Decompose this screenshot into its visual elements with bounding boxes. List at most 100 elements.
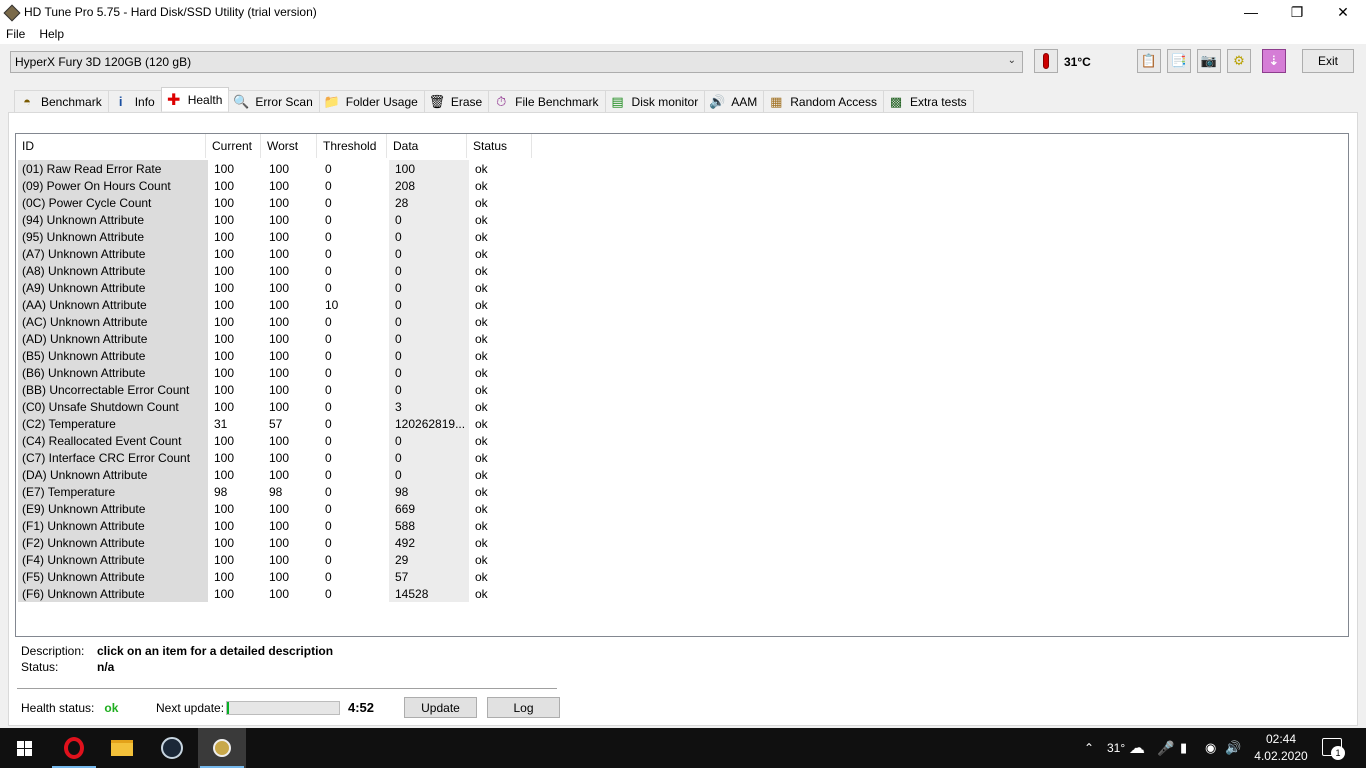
table-row[interactable]: (C4) Reallocated Event Count 100 100 0 0 ok — [16, 432, 534, 449]
screenshot-button[interactable]: 📷 — [1197, 49, 1221, 73]
table-row[interactable]: (A7) Unknown Attribute 100 100 0 0 ok — [16, 245, 534, 262]
drive-dropdown[interactable]: HyperX Fury 3D 120GB (120 gB) ⌄ — [10, 51, 1023, 73]
table-row[interactable]: (F5) Unknown Attribute 100 100 0 57 ok — [16, 568, 534, 585]
status-value: n/a — [97, 660, 115, 674]
minimize-button[interactable]: — — [1228, 0, 1274, 24]
table-row[interactable]: (F1) Unknown Attribute 100 100 0 588 ok — [16, 517, 534, 534]
tab-file-benchmark[interactable]: ⏱ File Benchmark — [488, 90, 606, 112]
temperature-button[interactable] — [1034, 49, 1058, 73]
data-value: 208 — [389, 177, 469, 194]
table-row[interactable]: (F4) Unknown Attribute 100 100 0 29 ok — [16, 551, 534, 568]
update-button[interactable]: Update — [404, 697, 477, 718]
battery-icon[interactable]: ▮ — [1180, 728, 1187, 768]
show-hidden-icons[interactable]: ⌃ — [1084, 728, 1094, 768]
save-button[interactable]: ⇣ — [1262, 49, 1286, 73]
close-button[interactable]: ✕ — [1320, 0, 1366, 24]
worst-value: 100 — [269, 195, 290, 210]
table-row[interactable]: (94) Unknown Attribute 100 100 0 0 ok — [16, 211, 534, 228]
cloud-icon[interactable]: ☁ — [1129, 728, 1145, 768]
taskbar-hdtune[interactable] — [198, 728, 246, 768]
table-row[interactable]: (AA) Unknown Attribute 100 100 10 0 ok — [16, 296, 534, 313]
status-value: ok — [475, 314, 488, 329]
table-row[interactable]: (95) Unknown Attribute 100 100 0 0 ok — [16, 228, 534, 245]
file-explorer-icon — [111, 740, 133, 756]
table-row[interactable]: (C2) Temperature 31 57 0 120262819... ok — [16, 415, 534, 432]
tab-disk-monitor[interactable]: ▤ Disk monitor — [604, 90, 706, 112]
wifi-icon[interactable]: ◉ — [1205, 728, 1216, 768]
tab-random-access[interactable]: ▦ Random Access — [763, 90, 884, 112]
tab-folder-usage[interactable]: 📁 Folder Usage — [318, 90, 425, 112]
table-row[interactable]: (BB) Uncorrectable Error Count 100 100 0 0 ok — [16, 381, 534, 398]
hdtune-icon — [213, 739, 231, 757]
worst-value: 100 — [269, 552, 290, 567]
tab-error-scan[interactable]: 🔍 Error Scan — [228, 90, 320, 112]
column-header-id[interactable]: ID — [16, 134, 206, 158]
taskbar-clock[interactable]: 02:44 4.02.2020 — [1252, 731, 1310, 765]
menu-help[interactable]: Help — [39, 27, 64, 41]
menu-file[interactable]: File — [6, 27, 25, 41]
table-row[interactable]: (A9) Unknown Attribute 100 100 0 0 ok — [16, 279, 534, 296]
volume-icon[interactable]: 🔊 — [1225, 728, 1241, 768]
file-benchmark-icon: ⏱ — [496, 93, 507, 109]
tab-erase[interactable]: 🗑 Erase — [423, 90, 490, 112]
table-row[interactable]: (C0) Unsafe Shutdown Count 100 100 0 3 ok — [16, 398, 534, 415]
column-header-status[interactable]: Status — [467, 134, 532, 158]
table-row[interactable]: (A8) Unknown Attribute 100 100 0 0 ok — [16, 262, 534, 279]
status-value: ok — [475, 433, 488, 448]
microphone-icon[interactable]: 🎤 — [1157, 728, 1174, 768]
copy-all-button[interactable]: 📑 — [1167, 49, 1191, 73]
table-row[interactable]: (E9) Unknown Attribute 100 100 0 669 ok — [16, 500, 534, 517]
tab-info[interactable]: i Info — [107, 90, 162, 112]
worst-value: 100 — [269, 518, 290, 533]
table-row[interactable]: (0C) Power Cycle Count 100 100 0 28 ok — [16, 194, 534, 211]
copy-text-button[interactable]: 📋 — [1137, 49, 1161, 73]
attribute-id: (BB) Uncorrectable Error Count — [18, 381, 208, 398]
table-row[interactable]: (F2) Unknown Attribute 100 100 0 492 ok — [16, 534, 534, 551]
current-value: 100 — [214, 467, 235, 482]
column-header-worst[interactable]: Worst — [261, 134, 317, 158]
threshold-value: 0 — [325, 348, 332, 363]
chevron-down-icon: ⌄ — [1007, 55, 1016, 66]
tab-strip: ◓ Benchmark i Info ✚ Health 🔍 Error Scan 📁 Fo… — [14, 87, 974, 112]
table-row[interactable]: (B6) Unknown Attribute 100 100 0 0 ok — [16, 364, 534, 381]
exit-button[interactable]: Exit — [1302, 49, 1354, 73]
data-value: 3 — [389, 398, 469, 415]
taskbar-file-explorer[interactable] — [98, 728, 146, 768]
taskbar-opera[interactable] — [50, 728, 98, 768]
options-button[interactable]: ⚙ — [1227, 49, 1251, 73]
table-row[interactable]: (F6) Unknown Attribute 100 100 0 14528 ok — [16, 585, 534, 602]
start-button[interactable] — [0, 728, 48, 768]
table-row[interactable]: (C7) Interface CRC Error Count 100 100 0 0 ok — [16, 449, 534, 466]
tab-label: Disk monitor — [631, 94, 699, 109]
copy-all-icon: 📑 — [1170, 53, 1188, 68]
table-row[interactable]: (01) Raw Read Error Rate 100 100 0 100 ok — [16, 160, 534, 177]
threshold-value: 10 — [325, 297, 339, 312]
current-value: 100 — [214, 314, 235, 329]
table-row[interactable]: (09) Power On Hours Count 100 100 0 208 ok — [16, 177, 534, 194]
data-value: 14528 — [389, 585, 469, 602]
column-header-current[interactable]: Current — [206, 134, 261, 158]
menu-bar: File Help — [0, 24, 1366, 44]
tab-extra-tests[interactable]: ▩ Extra tests — [882, 90, 974, 112]
taskbar-steam[interactable] — [148, 728, 196, 768]
status-value: ok — [475, 450, 488, 465]
smart-attribute-list[interactable]: ID Current Worst Threshold Data Status (… — [15, 133, 1349, 637]
table-row[interactable]: (AD) Unknown Attribute 100 100 0 0 ok — [16, 330, 534, 347]
data-value: 669 — [389, 500, 469, 517]
log-button[interactable]: Log — [487, 697, 560, 718]
tab-benchmark[interactable]: ◓ Benchmark — [14, 90, 109, 112]
data-value: 0 — [389, 279, 469, 296]
tab-aam[interactable]: 🔊 AAM — [704, 90, 765, 112]
table-row[interactable]: (E7) Temperature 98 98 0 98 ok — [16, 483, 534, 500]
worst-value: 100 — [269, 246, 290, 261]
weather-temp[interactable]: 31° — [1107, 728, 1125, 768]
table-row[interactable]: (DA) Unknown Attribute 100 100 0 0 ok — [16, 466, 534, 483]
maximize-button[interactable]: ❐ — [1274, 0, 1320, 24]
tab-health[interactable]: ✚ Health — [160, 87, 230, 111]
table-row[interactable]: (AC) Unknown Attribute 100 100 0 0 ok — [16, 313, 534, 330]
taskbar: ⌃ 31° ☁ 🎤 ▮ ◉ 🔊 02:44 4.02.2020 1 — [0, 728, 1366, 768]
table-row[interactable]: (B5) Unknown Attribute 100 100 0 0 ok — [16, 347, 534, 364]
window-controls: — ❐ ✕ — [1228, 0, 1366, 24]
column-header-threshold[interactable]: Threshold — [317, 134, 387, 158]
column-header-data[interactable]: Data — [387, 134, 467, 158]
